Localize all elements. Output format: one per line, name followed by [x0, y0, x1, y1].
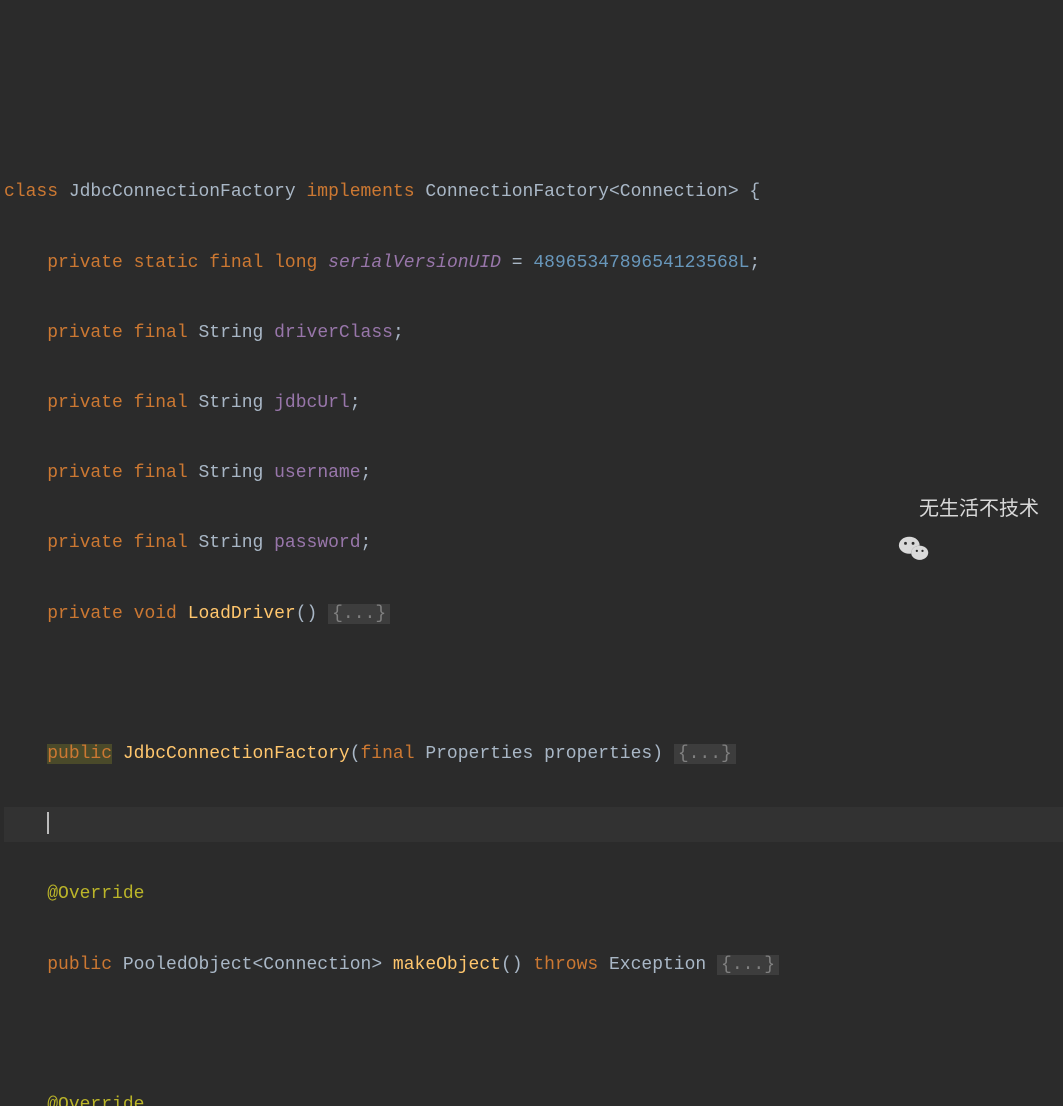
code-line[interactable]: private final String driverClass; — [4, 316, 1063, 351]
keyword-final: final — [134, 323, 188, 343]
code-fold[interactable]: {...} — [717, 955, 779, 975]
code-line[interactable]: @Override — [4, 1088, 1063, 1106]
code-line-blank[interactable] — [4, 1018, 1063, 1053]
type-string: String — [198, 323, 263, 343]
keyword-private: private — [47, 604, 123, 624]
keyword-static: static — [134, 253, 199, 273]
code-line-active[interactable] — [4, 807, 1063, 842]
keyword-private: private — [47, 253, 123, 273]
generic-type: Connection — [263, 955, 371, 975]
field-serialversionuid: serialVersionUID — [328, 253, 501, 273]
class-name: JdbcConnectionFactory — [69, 182, 296, 202]
keyword-private: private — [47, 463, 123, 483]
code-line-blank[interactable] — [4, 667, 1063, 702]
code-line[interactable]: private void LoadDriver() {...} — [4, 597, 1063, 632]
method-makeobject: makeObject — [393, 955, 501, 975]
code-line[interactable]: @Override — [4, 877, 1063, 912]
keyword-public: public — [47, 955, 112, 975]
keyword-private: private — [47, 393, 123, 413]
type-properties: Properties — [425, 744, 533, 764]
keyword-throws: throws — [533, 955, 598, 975]
return-type: PooledObject — [123, 955, 253, 975]
code-fold[interactable]: {...} — [674, 744, 736, 764]
keyword-public-highlighted: public — [47, 744, 112, 764]
field-username: username — [274, 463, 360, 483]
keyword-final: final — [134, 463, 188, 483]
text-cursor — [47, 812, 49, 834]
keyword-long: long — [274, 253, 317, 273]
field-driverclass: driverClass — [274, 323, 393, 343]
keyword-private: private — [47, 323, 123, 343]
annotation-override: @Override — [47, 884, 144, 904]
constructor-name: JdbcConnectionFactory — [123, 744, 350, 764]
keyword-final: final — [361, 744, 415, 764]
code-line[interactable]: private final String jdbcUrl; — [4, 386, 1063, 421]
keyword-final: final — [134, 533, 188, 553]
method-loaddriver: LoadDriver — [188, 604, 296, 624]
watermark: 无生活不技术 — [875, 490, 1039, 529]
generic-type: Connection — [620, 182, 728, 202]
type-string: String — [198, 463, 263, 483]
keyword-final: final — [209, 253, 263, 273]
code-line[interactable]: private final String username; — [4, 456, 1063, 491]
code-line[interactable]: public JdbcConnectionFactory(final Prope… — [4, 737, 1063, 772]
code-line[interactable]: public PooledObject<Connection> makeObje… — [4, 948, 1063, 983]
exception-type: Exception — [609, 955, 706, 975]
watermark-text: 无生活不技术 — [919, 490, 1039, 529]
keyword-private: private — [47, 533, 123, 553]
code-editor[interactable]: class JdbcConnectionFactory implements C… — [4, 140, 1063, 1106]
param-properties: properties — [544, 744, 652, 764]
number-literal: 4896534789654123568L — [533, 253, 749, 273]
wechat-icon — [875, 493, 909, 527]
type-string: String — [198, 393, 263, 413]
field-jdbcurl: jdbcUrl — [274, 393, 350, 413]
code-fold[interactable]: {...} — [328, 604, 390, 624]
keyword-class: class — [4, 182, 58, 202]
code-line[interactable]: private static final long serialVersionU… — [4, 246, 1063, 281]
annotation-override: @Override — [47, 1095, 144, 1106]
keyword-implements: implements — [306, 182, 414, 202]
keyword-final: final — [134, 393, 188, 413]
code-line[interactable]: class JdbcConnectionFactory implements C… — [4, 175, 1063, 210]
field-password: password — [274, 533, 360, 553]
interface-name: ConnectionFactory — [425, 182, 609, 202]
type-string: String — [198, 533, 263, 553]
keyword-void: void — [134, 604, 177, 624]
